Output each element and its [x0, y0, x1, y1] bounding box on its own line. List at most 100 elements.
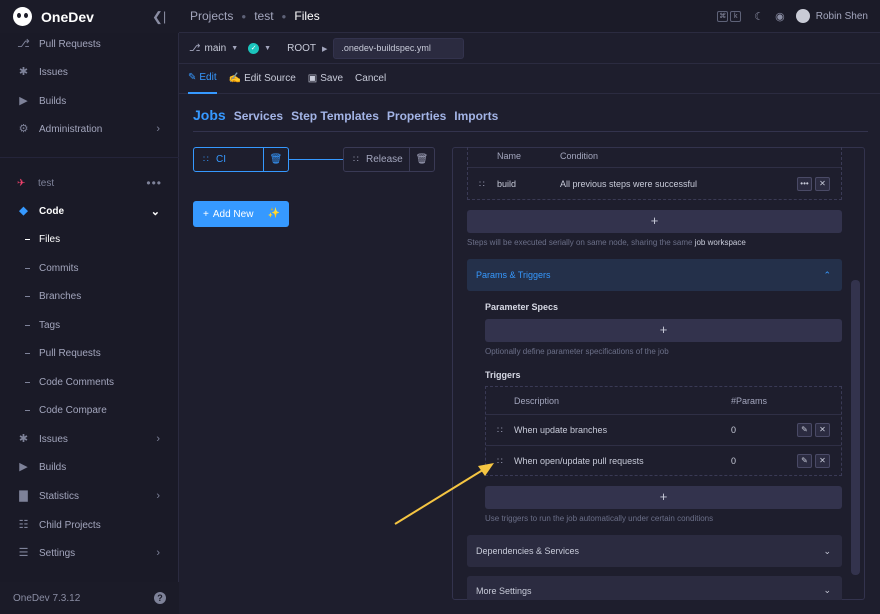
- add-param-spec-button[interactable]: +: [485, 319, 842, 342]
- sidebar-item-project-builds[interactable]: ▶ Builds: [0, 453, 179, 481]
- tab-jobs[interactable]: Jobs: [193, 103, 226, 123]
- sidebar-item-label: Code: [39, 205, 64, 217]
- triggers-title: Triggers: [485, 370, 521, 380]
- sidebar-subitem-files[interactable]: Files: [0, 225, 179, 253]
- sidebar-subitem-branches[interactable]: Branches: [0, 282, 179, 310]
- job-card-release[interactable]: ∷ Release 🗑: [343, 147, 435, 172]
- brand[interactable]: OneDev ❮|: [0, 0, 179, 33]
- trigger-description[interactable]: When open/update pull requests: [514, 456, 644, 466]
- trash-icon[interactable]: ✕: [815, 423, 830, 437]
- cancel-button[interactable]: Cancel: [355, 64, 386, 94]
- trigger-row-actions: ✎ ✕: [794, 423, 830, 437]
- chevron-down-icon: ⌄: [150, 205, 160, 218]
- row-divider: [486, 414, 841, 415]
- sidebar-item-label: Settings: [39, 547, 76, 559]
- help-icon[interactable]: ?: [154, 592, 166, 604]
- trigger-param-count: 0: [731, 425, 737, 435]
- sidebar-item-project-issues[interactable]: ✱ Issues ›: [0, 425, 179, 453]
- step-name[interactable]: build: [497, 179, 516, 189]
- panel-scrollbar[interactable]: [851, 280, 860, 575]
- trigger-param-count: 0: [731, 456, 737, 466]
- save-icon: ▣: [307, 73, 318, 84]
- file-path-input[interactable]: .onedev-buildspec.yml: [333, 38, 465, 59]
- sidebar-project[interactable]: ✈ test •••: [0, 170, 179, 196]
- branch-selector[interactable]: ⎇ main ▼: [189, 43, 238, 54]
- breadcrumb-project[interactable]: test: [254, 9, 273, 23]
- edit-button[interactable]: ✎ Edit: [188, 64, 217, 94]
- path-root[interactable]: ROOT: [287, 43, 316, 54]
- code-icon: ◆: [19, 204, 28, 217]
- more-settings-section[interactable]: More Settings ⌄: [467, 576, 842, 600]
- avatar[interactable]: [795, 9, 810, 23]
- add-trigger-button[interactable]: +: [485, 486, 842, 509]
- edit-source-button[interactable]: ✍ Edit Source: [229, 64, 296, 94]
- tab-imports[interactable]: Imports: [454, 103, 498, 123]
- chevron-right-icon: ›: [156, 433, 160, 445]
- trigger-description[interactable]: When update branches: [514, 425, 607, 435]
- steps-table: Name Condition ∷ build All previous step…: [467, 147, 842, 200]
- more-options-icon[interactable]: •••: [797, 177, 812, 191]
- sidebar-subitem-code-compare[interactable]: Code Compare: [0, 396, 179, 424]
- caret-down-icon[interactable]: ▼: [264, 45, 271, 52]
- trash-icon[interactable]: 🗑: [263, 148, 288, 171]
- sidebar-item-label: Pull Requests: [39, 38, 101, 50]
- drag-handle-icon[interactable]: ∷: [203, 154, 211, 165]
- sidebar-item-issues[interactable]: ✱ Issues: [0, 58, 179, 86]
- steps-hint-text: Steps will be executed serially on same …: [467, 238, 695, 247]
- chevron-up-icon: ⌃: [823, 269, 831, 280]
- user-name[interactable]: Robin Shen: [816, 11, 868, 22]
- collapse-sidebar-icon[interactable]: ❮|: [152, 9, 166, 25]
- sidebar-subitem-code-comments[interactable]: Code Comments: [0, 368, 179, 396]
- dependencies-services-section[interactable]: Dependencies & Services ⌄: [467, 535, 842, 567]
- sidebar-item-child-projects[interactable]: ☷ Child Projects: [0, 511, 179, 539]
- tree-icon: ☷: [18, 518, 29, 531]
- sidebar-subitem-label: Files: [39, 233, 61, 245]
- build-success-icon[interactable]: ✓: [248, 43, 260, 54]
- sidebar-subitem-commits[interactable]: Commits: [0, 254, 179, 282]
- more-options-icon[interactable]: •••: [146, 176, 162, 190]
- drag-handle-icon[interactable]: ∷: [353, 154, 361, 165]
- k-key-icon[interactable]: k: [730, 10, 742, 22]
- sidebar-item-code[interactable]: ◆ Code ⌄: [0, 197, 179, 225]
- arrow-head: [478, 463, 494, 476]
- dash-marker: [25, 324, 30, 326]
- sidebar-item-pull-requests[interactable]: ⎇ Pull Requests: [0, 30, 179, 58]
- brand-name: OneDev: [41, 8, 94, 25]
- trash-icon[interactable]: ✕: [815, 454, 830, 468]
- sidebar-item-settings[interactable]: ☰ Settings ›: [0, 539, 179, 567]
- sidebar-item-builds[interactable]: ▶ Builds: [0, 87, 179, 115]
- add-new-job-button[interactable]: + Add New ✨: [193, 201, 289, 227]
- breadcrumb-projects[interactable]: Projects: [190, 9, 233, 23]
- drag-handle-icon[interactable]: ∷: [497, 425, 503, 436]
- magic-wand-icon[interactable]: ✨: [268, 208, 280, 219]
- pencil-icon[interactable]: ✎: [797, 423, 812, 437]
- source-edit-icon: ✍: [228, 73, 242, 84]
- command-key-icon[interactable]: ⌘: [717, 10, 729, 22]
- dash-marker: [25, 267, 30, 269]
- job-workspace-link[interactable]: job workspace: [695, 238, 746, 247]
- sidebar-item-label: Issues: [39, 66, 68, 78]
- tab-properties[interactable]: Properties: [387, 103, 446, 123]
- sidebar-subitem-pull-requests[interactable]: Pull Requests: [0, 339, 179, 367]
- tab-step-templates[interactable]: Step Templates: [291, 103, 379, 123]
- github-icon[interactable]: ◉: [775, 10, 785, 23]
- job-card-ci[interactable]: ∷ CI 🗑: [193, 147, 289, 172]
- drag-handle-icon[interactable]: ∷: [479, 179, 485, 190]
- sidebar-item-statistics[interactable]: ▇ Statistics ›: [0, 482, 179, 510]
- dash-marker: [25, 238, 30, 240]
- dark-mode-icon[interactable]: ☾: [754, 10, 764, 23]
- add-step-button[interactable]: +: [467, 210, 842, 233]
- trash-icon[interactable]: ✕: [815, 177, 830, 191]
- param-specs-hint: Optionally define parameter specificatio…: [485, 347, 669, 356]
- branch-icon: ⎇: [189, 43, 201, 54]
- pull-request-icon: ⎇: [17, 37, 30, 50]
- top-bar: Projects ● test ● Files ⌘ k ☾ ◉ Robin Sh…: [179, 0, 880, 33]
- pencil-icon[interactable]: ✎: [797, 454, 812, 468]
- save-button[interactable]: ▣ Save: [308, 64, 343, 94]
- tab-services[interactable]: Services: [234, 103, 283, 123]
- trash-icon[interactable]: 🗑: [409, 148, 434, 171]
- dash-marker: [25, 352, 30, 354]
- sidebar-subitem-tags[interactable]: Tags: [0, 311, 179, 339]
- sidebar-item-administration[interactable]: ⚙ Administration ›: [0, 115, 179, 143]
- params-triggers-section[interactable]: Params & Triggers ⌃: [467, 259, 842, 291]
